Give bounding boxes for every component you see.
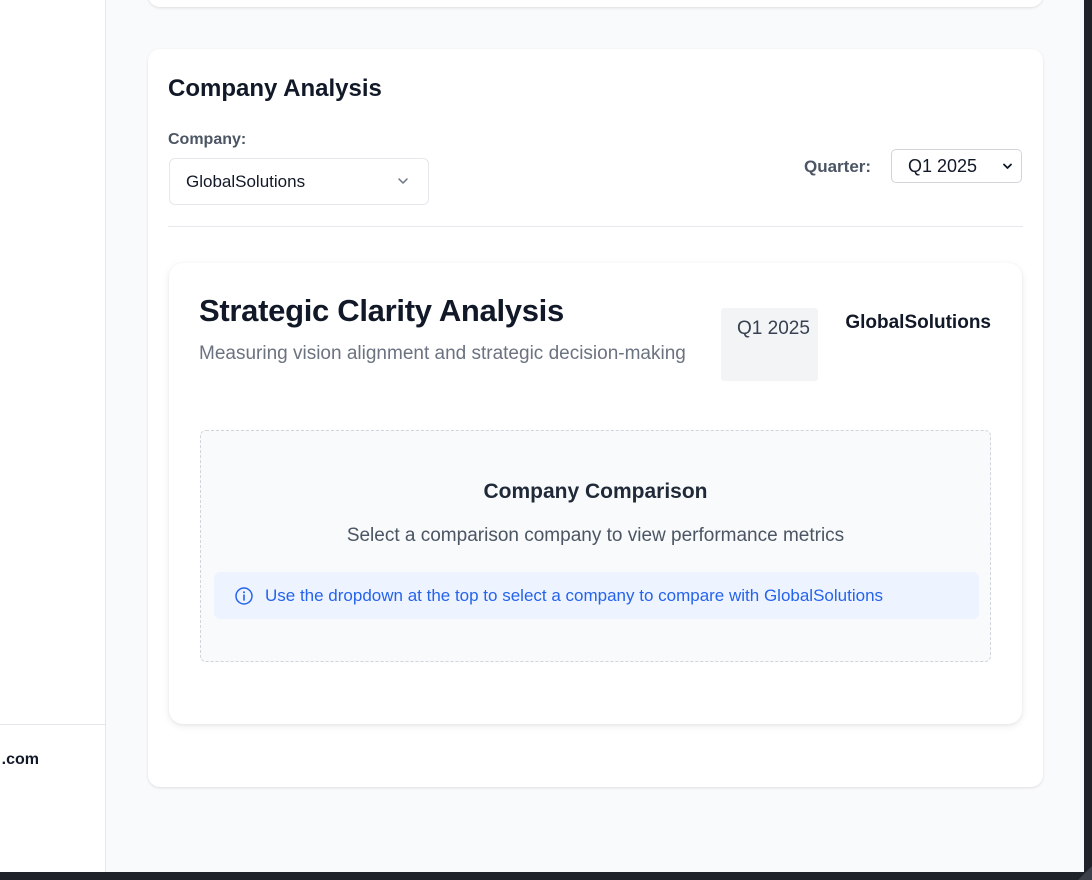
section-divider — [168, 226, 1023, 227]
window-corner — [1078, 866, 1092, 880]
company-comparison-panel: Company Comparison Select a comparison c… — [200, 430, 991, 662]
sidebar: .com — [0, 0, 106, 872]
analysis-title: Strategic Clarity Analysis — [199, 293, 564, 328]
company-select[interactable]: GlobalSolutions — [169, 158, 429, 205]
company-analysis-card: Company Analysis Company: GlobalSolution… — [148, 49, 1043, 787]
strategic-clarity-card: Strategic Clarity Analysis Measuring vis… — [169, 263, 1022, 724]
section-title: Company Analysis — [168, 75, 382, 102]
company-select-value: GlobalSolutions — [186, 171, 306, 191]
info-banner: Use the dropdown at the top to select a … — [214, 572, 979, 619]
info-text: Use the dropdown at the top to select a … — [265, 585, 884, 605]
quarter-label: Quarter: — [804, 157, 872, 176]
quarter-select[interactable]: Q1 2025 — [891, 149, 1022, 183]
sidebar-footer: .com — [0, 724, 105, 872]
comparison-title: Company Comparison — [483, 480, 708, 503]
comparison-description: Select a comparison company to view perf… — [346, 525, 845, 546]
quarter-badge: Q1 2025 — [721, 308, 818, 381]
previous-section-card — [148, 0, 1043, 7]
company-label: Company: — [168, 131, 247, 148]
app-viewport: .com Company Analysis Company: GlobalSol… — [0, 0, 1084, 872]
chevron-down-icon — [1003, 163, 1012, 169]
quarter-select-value: Q1 2025 — [908, 155, 978, 176]
info-circle-icon — [235, 586, 253, 605]
company-name: GlobalSolutions — [845, 312, 991, 333]
analysis-subtitle: Measuring vision alignment and strategic… — [199, 343, 686, 364]
chevron-down-icon — [398, 178, 408, 184]
user-email[interactable]: .com — [2, 751, 39, 769]
